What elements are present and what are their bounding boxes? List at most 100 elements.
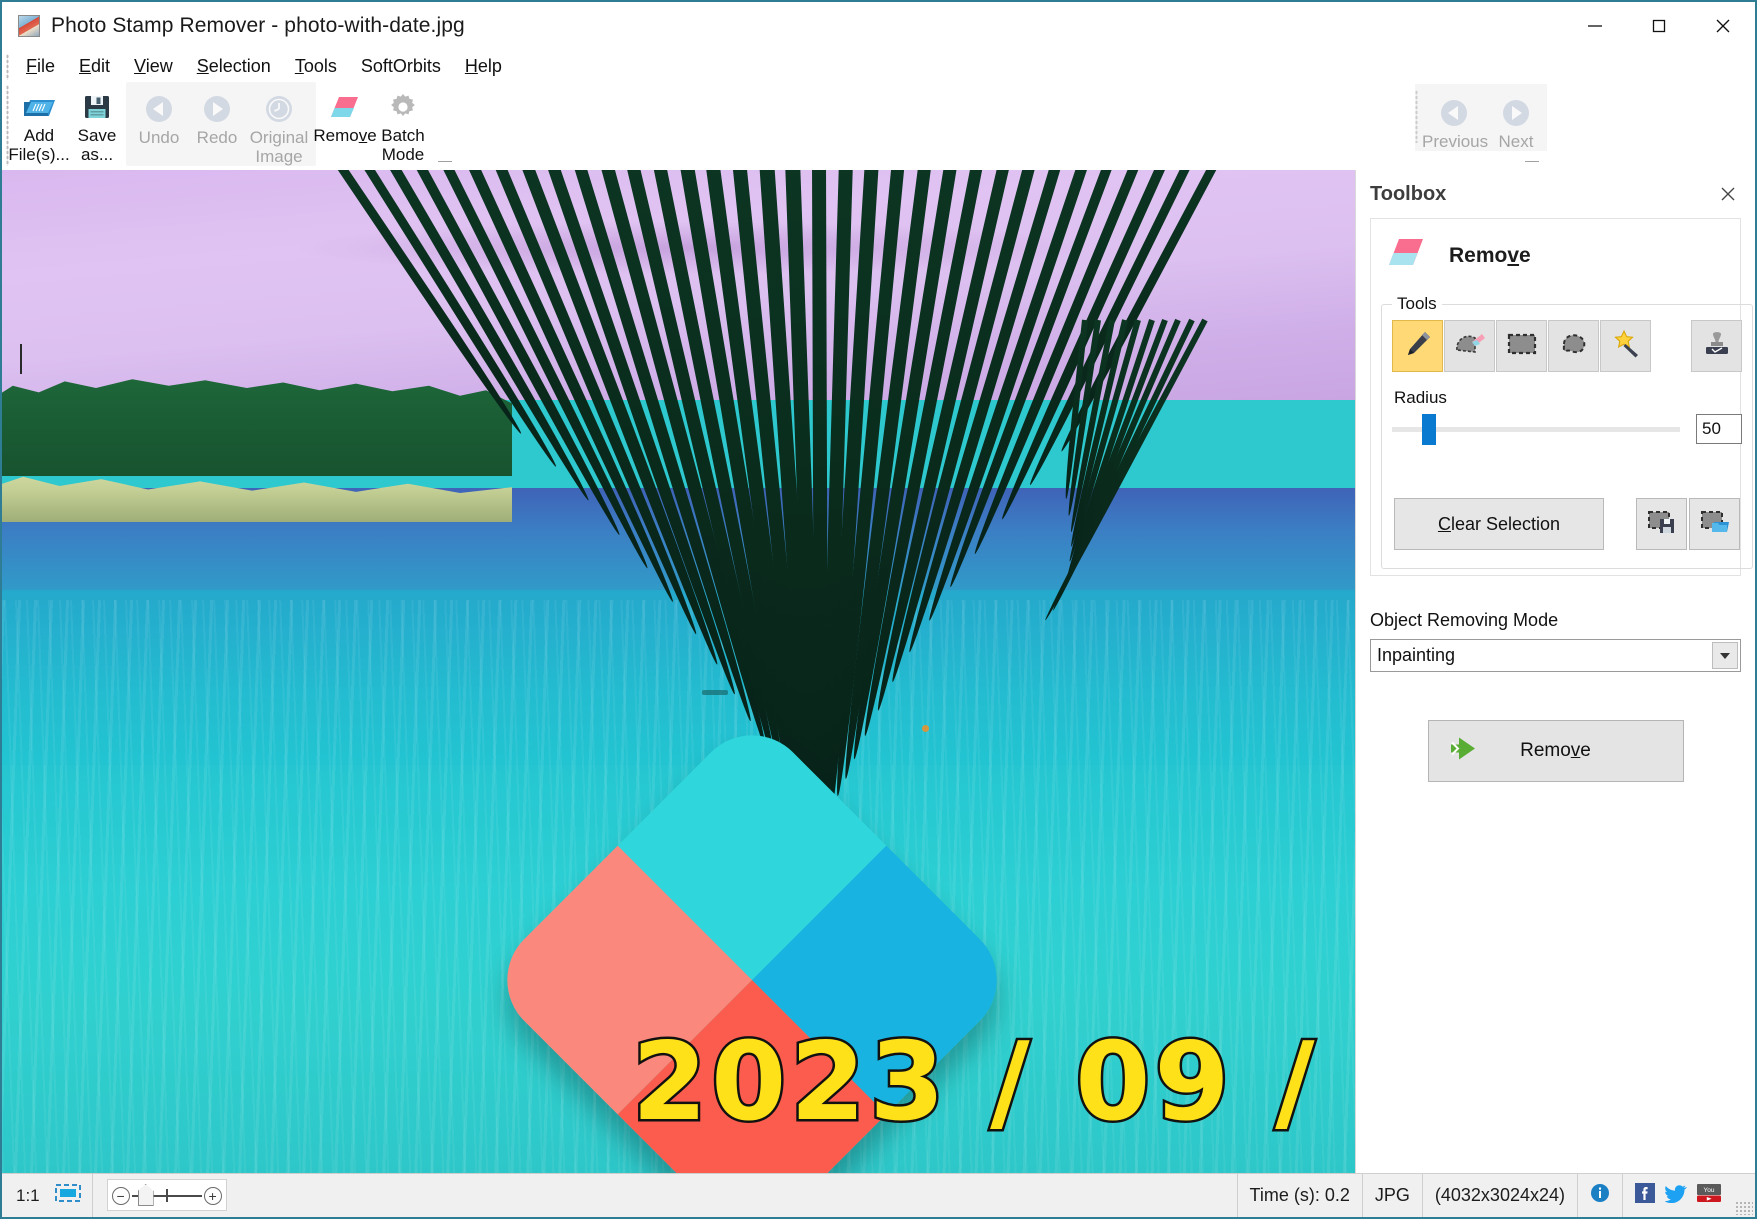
undo-button[interactable]: Undo [130,84,188,147]
object-removing-mode-select[interactable]: Inpainting [1370,639,1741,672]
twitter-icon[interactable] [1664,1183,1687,1208]
remove-card-title: Remove [1449,243,1531,267]
rectangle-select-tool[interactable] [1496,320,1547,372]
next-image-button[interactable]: Next [1487,88,1545,151]
selection-io-buttons [1636,498,1740,550]
history-group-expand[interactable]: — [438,152,452,168]
toolbox-panel: Toolbox Remove Tools Radius 50 Clear Sel… [1355,170,1755,1173]
previous-image-button[interactable]: Previous [1421,88,1488,151]
menu-softorbits[interactable]: SoftOrbits [349,54,453,79]
menu-edit[interactable]: Edit [67,54,122,79]
radius-slider[interactable] [1392,414,1680,445]
minimize-button[interactable] [1563,2,1627,50]
tools-group: Tools Radius 50 Clear Selection [1381,294,1753,569]
rectangle-marquee-icon [1506,331,1538,362]
workspace: 2023 / 09 / 03 Toolbox [2,170,1755,1173]
load-selection-icon [1700,508,1730,541]
toolbox-close-button[interactable] [1715,181,1741,207]
lasso-select-tool[interactable] [1548,320,1599,372]
app-icon [18,15,40,37]
image-dimensions: (4032x3024x24) [1423,1174,1578,1217]
svg-text:You: You [1704,1187,1715,1194]
image-canvas[interactable]: 2023 / 09 / 03 [2,170,1355,1173]
redo-button[interactable]: Redo [188,84,246,147]
radius-row: 50 [1392,414,1742,445]
menu-file[interactable]: File [14,54,67,79]
lasso-icon [1558,330,1590,363]
palm-frond-leaflet [359,170,560,470]
menu-view[interactable]: View [122,54,185,79]
radius-value-input[interactable]: 50 [1696,414,1742,444]
chevron-down-icon[interactable] [1712,642,1738,669]
zoom-in-button[interactable]: + [203,1187,222,1205]
eraser-brush-icon [1453,328,1487,365]
palm-frond-leaflet [385,170,594,504]
zoom-slider-handle[interactable] [137,1184,154,1206]
eraser-brush-tool[interactable] [1444,320,1495,372]
save-selection-icon [1647,508,1677,541]
next-label: Next [1498,132,1534,151]
close-button[interactable] [1691,2,1755,50]
zoom-slider-tick [165,1189,168,1202]
image-format: JPG [1363,1174,1423,1217]
menu-tools[interactable]: Tools [283,54,349,79]
info-button[interactable] [1578,1174,1623,1217]
fit-to-window-button[interactable] [50,1174,93,1217]
object-removing-mode-value: Inpainting [1377,645,1456,665]
remove-ribbon-label: Remove [313,126,377,145]
eraser-icon [1385,235,1427,276]
ribbon-group-history: Undo Redo Original Image — [126,82,452,168]
menu-help[interactable]: Help [453,54,514,79]
tool-buttons-row [1392,320,1742,372]
maximize-button[interactable] [1627,2,1691,50]
menu-bar: File Edit View Selection Tools SoftOrbit… [2,50,1755,82]
menu-selection[interactable]: Selection [185,54,283,79]
undo-label: Undo [138,128,180,147]
arrow-left-circle-icon [1437,96,1471,130]
ribbon-toolbar: Add File(s)... Save as... Undo Redo Orig… [2,82,1755,170]
add-files-button[interactable]: Add File(s)... [8,82,70,164]
radius-slider-thumb[interactable] [1422,414,1436,445]
save-selection-button[interactable] [1636,498,1687,550]
stamp-tool[interactable] [1691,320,1742,372]
arrow-right-circle-icon [1499,96,1533,130]
remove-ribbon-button[interactable]: Remove [313,82,377,145]
radius-label: Radius [1394,388,1447,407]
magic-wand-tool[interactable] [1600,320,1651,372]
zoom-ratio-label: 1:1 [16,1185,40,1205]
youtube-icon[interactable]: You [1697,1183,1721,1208]
magic-wand-icon [1610,328,1642,365]
brush-pencil-tool[interactable] [1392,320,1443,372]
original-image-button[interactable]: Original Image [246,84,312,166]
remove-action-label: Remove [1520,740,1591,761]
ribbon-group-actions: Remove Batch Mode [313,82,432,164]
remove-action-button[interactable]: Remove [1427,720,1684,782]
green-double-arrow-icon [1447,734,1487,769]
clear-selection-row: Clear Selection [1394,498,1740,550]
batch-mode-button[interactable]: Batch Mode [374,82,432,164]
title-bar: Photo Stamp Remover - photo-with-date.jp… [2,2,1755,50]
info-icon [1590,1183,1610,1208]
batch-mode-label: Batch Mode [381,126,425,164]
navigation-group-expand[interactable]: — [1525,152,1539,168]
zoom-slider[interactable]: − + [106,1179,227,1211]
open-folder-icon [22,90,56,124]
fit-to-window-icon [54,1182,82,1209]
processing-time: Time (s): 0.2 [1238,1174,1363,1217]
pencil-icon [1402,328,1434,365]
redo-label: Redo [196,128,238,147]
zoom-out-button[interactable]: − [111,1187,130,1205]
clock-history-icon [262,92,296,126]
resize-grip[interactable] [1735,1201,1753,1215]
load-selection-button[interactable] [1689,498,1740,550]
remove-tool-card: Remove Tools Radius 50 Clear Selection [1370,218,1753,576]
redo-arrow-icon [200,92,234,126]
facebook-icon[interactable] [1635,1183,1655,1208]
ribbon-group-file: Add File(s)... Save as... [8,82,126,164]
save-as-button[interactable]: Save as... [68,82,126,164]
clear-selection-button[interactable]: Clear Selection [1394,498,1604,550]
toolbox-header: Toolbox [1356,170,1755,218]
status-bar: 1:1 − + Time (s): 0.2 JPG (4032x3024x24) [2,1173,1755,1217]
window-controls [1563,2,1755,50]
save-as-label: Save as... [77,126,117,164]
